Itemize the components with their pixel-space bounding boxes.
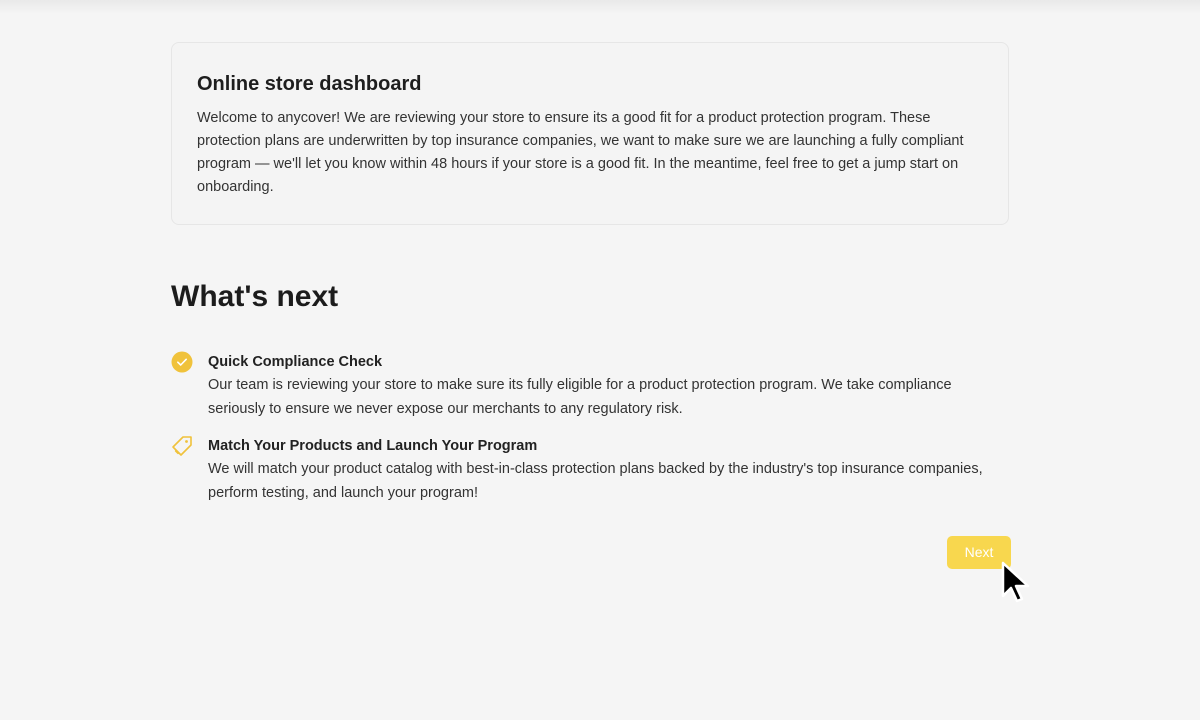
step-title: Match Your Products and Launch Your Prog… — [208, 438, 538, 454]
mouse-cursor-icon — [1001, 561, 1030, 603]
whats-next-heading: What's next — [171, 280, 339, 313]
card-title: Online store dashboard — [197, 73, 422, 95]
step-description: Our team is reviewing your store to make… — [208, 377, 952, 417]
dashboard-card: Online store dashboard Welcome to anycov… — [171, 42, 1009, 225]
step-title: Quick Compliance Check — [208, 354, 383, 370]
tag-icon — [171, 435, 193, 457]
check-circle-icon — [171, 351, 193, 373]
top-shadow — [0, 0, 1200, 14]
step-description: We will match your product catalog with … — [208, 461, 983, 501]
welcome-text: Welcome to anycover! We are reviewing yo… — [197, 110, 964, 195]
